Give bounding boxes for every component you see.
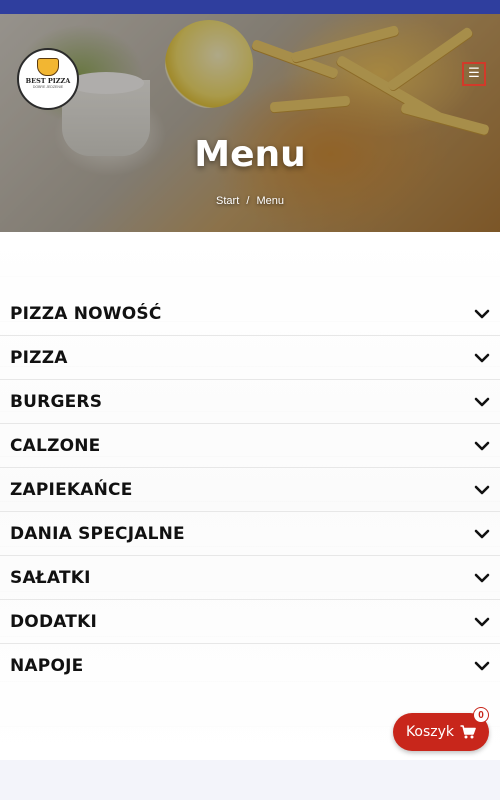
hero-banner: BEST PIZZA DOBRE JEDZENIE ☰ Menu Start /…: [0, 14, 500, 232]
site-logo[interactable]: BEST PIZZA DOBRE JEDZENIE: [17, 48, 79, 110]
menu-category-dodatki[interactable]: DODATKI: [0, 600, 500, 644]
chevron-down-icon: [474, 573, 490, 582]
menu-category-label: NAPOJE: [10, 656, 84, 676]
logo-name: BEST PIZZA: [25, 77, 71, 85]
cart-label: Koszyk: [405, 724, 455, 740]
cart-button[interactable]: Koszyk 0: [393, 707, 489, 751]
menu-category-label: PIZZA NOWOŚĆ: [10, 303, 162, 324]
menu-category-list: PIZZA NOWOŚĆ PIZZA BURGERS CALZONE ZAPIE…: [0, 292, 500, 688]
menu-category-dania-specjalne[interactable]: DANIA SPECJALNE: [0, 512, 500, 556]
chevron-down-icon: [474, 441, 490, 450]
breadcrumb-separator: /: [246, 195, 250, 207]
hamburger-menu-icon: ☰: [468, 66, 480, 81]
menu-category-burgers[interactable]: BURGERS: [0, 380, 500, 424]
breadcrumb: Start / Menu: [0, 195, 500, 207]
menu-category-label: DANIA SPECJALNE: [10, 523, 185, 544]
breadcrumb-current: Menu: [256, 195, 284, 207]
chevron-down-icon: [474, 617, 490, 626]
menu-category-label: PIZZA: [10, 347, 68, 368]
chevron-down-icon: [474, 661, 490, 671]
menu-category-pizza-nowosc[interactable]: PIZZA NOWOŚĆ: [0, 292, 500, 336]
menu-category-pizza[interactable]: PIZZA: [0, 336, 500, 380]
menu-category-zapiekance[interactable]: ZAPIEKAŃCE: [0, 468, 500, 512]
menu-category-salatki[interactable]: SAŁATKI: [0, 556, 500, 600]
menu-section: PIZZA NOWOŚĆ PIZZA BURGERS CALZONE ZAPIE…: [0, 232, 500, 760]
menu-category-label: BURGERS: [10, 391, 103, 412]
menu-category-label: SAŁATKI: [10, 567, 91, 588]
shopping-cart-icon: [460, 725, 476, 739]
menu-category-calzone[interactable]: CALZONE: [0, 424, 500, 468]
chevron-down-icon: [474, 529, 490, 538]
chevron-down-icon: [474, 353, 490, 362]
chevron-down-icon: [474, 397, 490, 406]
pizza-mascot-icon: [37, 58, 59, 76]
page-title: Menu: [194, 134, 306, 175]
menu-category-label: ZAPIEKAŃCE: [10, 479, 133, 500]
menu-category-label: DODATKI: [10, 611, 98, 632]
menu-category-napoje[interactable]: NAPOJE: [0, 644, 500, 688]
chevron-down-icon: [474, 485, 490, 494]
menu-category-label: CALZONE: [10, 435, 101, 456]
menu-toggle-button[interactable]: ☰: [462, 62, 486, 86]
top-bar: [0, 0, 500, 14]
cart-count-badge: 0: [473, 707, 489, 723]
chevron-down-icon: [474, 309, 490, 318]
breadcrumb-home-link[interactable]: Start: [216, 195, 239, 207]
logo-tagline: DOBRE JEDZENIE: [32, 85, 64, 89]
